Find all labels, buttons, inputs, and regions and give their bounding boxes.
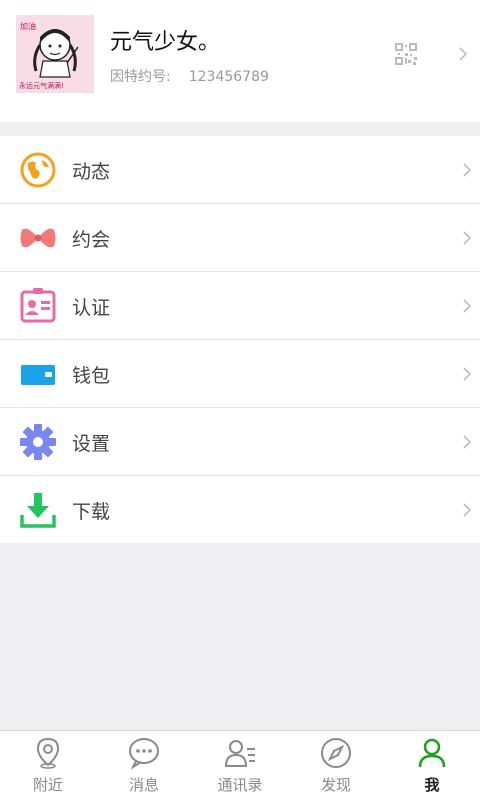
tab-discover[interactable]: 发现	[288, 731, 384, 801]
qr-code-icon[interactable]	[395, 43, 417, 65]
avatar-text-top: 加油	[20, 21, 36, 31]
chevron-right-icon	[463, 231, 472, 245]
tab-label: 消息	[128, 776, 159, 794]
globe-icon	[20, 152, 56, 188]
menu-item-settings[interactable]: 设置	[0, 408, 480, 476]
chevron-right-icon	[463, 163, 472, 177]
profile-id-label: 因特约号:	[110, 69, 171, 85]
menu-item-label: 约会	[72, 229, 111, 251]
bottom-tab-bar: 附近 消息 通讯录 发现 我	[0, 730, 480, 801]
contacts-icon	[224, 740, 255, 767]
chevron-right-icon	[463, 435, 472, 449]
tab-nearby[interactable]: 附近	[0, 731, 96, 801]
tab-contacts[interactable]: 通讯录	[192, 731, 288, 801]
location-pin-icon	[36, 737, 60, 769]
tab-messages[interactable]: 消息	[96, 731, 192, 801]
menu-item-download[interactable]: 下载	[0, 476, 480, 543]
wallet-icon	[21, 365, 55, 385]
gear-icon	[20, 424, 56, 460]
id-card-icon	[20, 288, 56, 323]
avatar-text-bottom: 永远元气满满!	[19, 81, 64, 90]
profile-header[interactable]: 加油 永远元气满满! 元气少女。 因特约号: 123456789	[0, 0, 480, 122]
chevron-right-icon	[463, 503, 472, 517]
chevron-right-icon	[463, 299, 472, 313]
tab-me[interactable]: 我	[384, 731, 480, 801]
menu-item-wallet[interactable]: 钱包	[0, 340, 480, 408]
menu-item-dating[interactable]: 约会	[0, 204, 480, 272]
profile-id-row: 因特约号: 123456789	[110, 66, 269, 86]
chat-bubble-icon	[129, 738, 159, 769]
chevron-right-icon	[459, 47, 468, 61]
bow-icon	[20, 228, 56, 248]
menu-item-label: 钱包	[72, 365, 111, 387]
chevron-right-icon	[463, 367, 472, 381]
menu-item-label: 下载	[72, 501, 111, 523]
tab-label: 我	[424, 776, 440, 794]
menu-item-verification[interactable]: 认证	[0, 272, 480, 340]
menu-item-moments[interactable]: 动态	[0, 136, 480, 204]
menu-item-label: 认证	[72, 297, 111, 319]
person-icon	[418, 738, 446, 768]
profile-id-value: 123456789	[188, 69, 269, 85]
tab-label: 通讯录	[217, 776, 263, 794]
menu-item-label: 动态	[72, 161, 111, 183]
profile-name: 元气少女。	[110, 30, 221, 55]
avatar[interactable]: 加油 永远元气满满!	[16, 15, 94, 93]
download-icon	[20, 493, 56, 528]
compass-icon	[321, 738, 351, 768]
menu-item-label: 设置	[72, 433, 111, 455]
tab-label: 发现	[320, 776, 351, 794]
tab-label: 附近	[32, 776, 63, 794]
menu-list: 动态 约会 认证 钱包 设置 下载	[0, 136, 480, 543]
